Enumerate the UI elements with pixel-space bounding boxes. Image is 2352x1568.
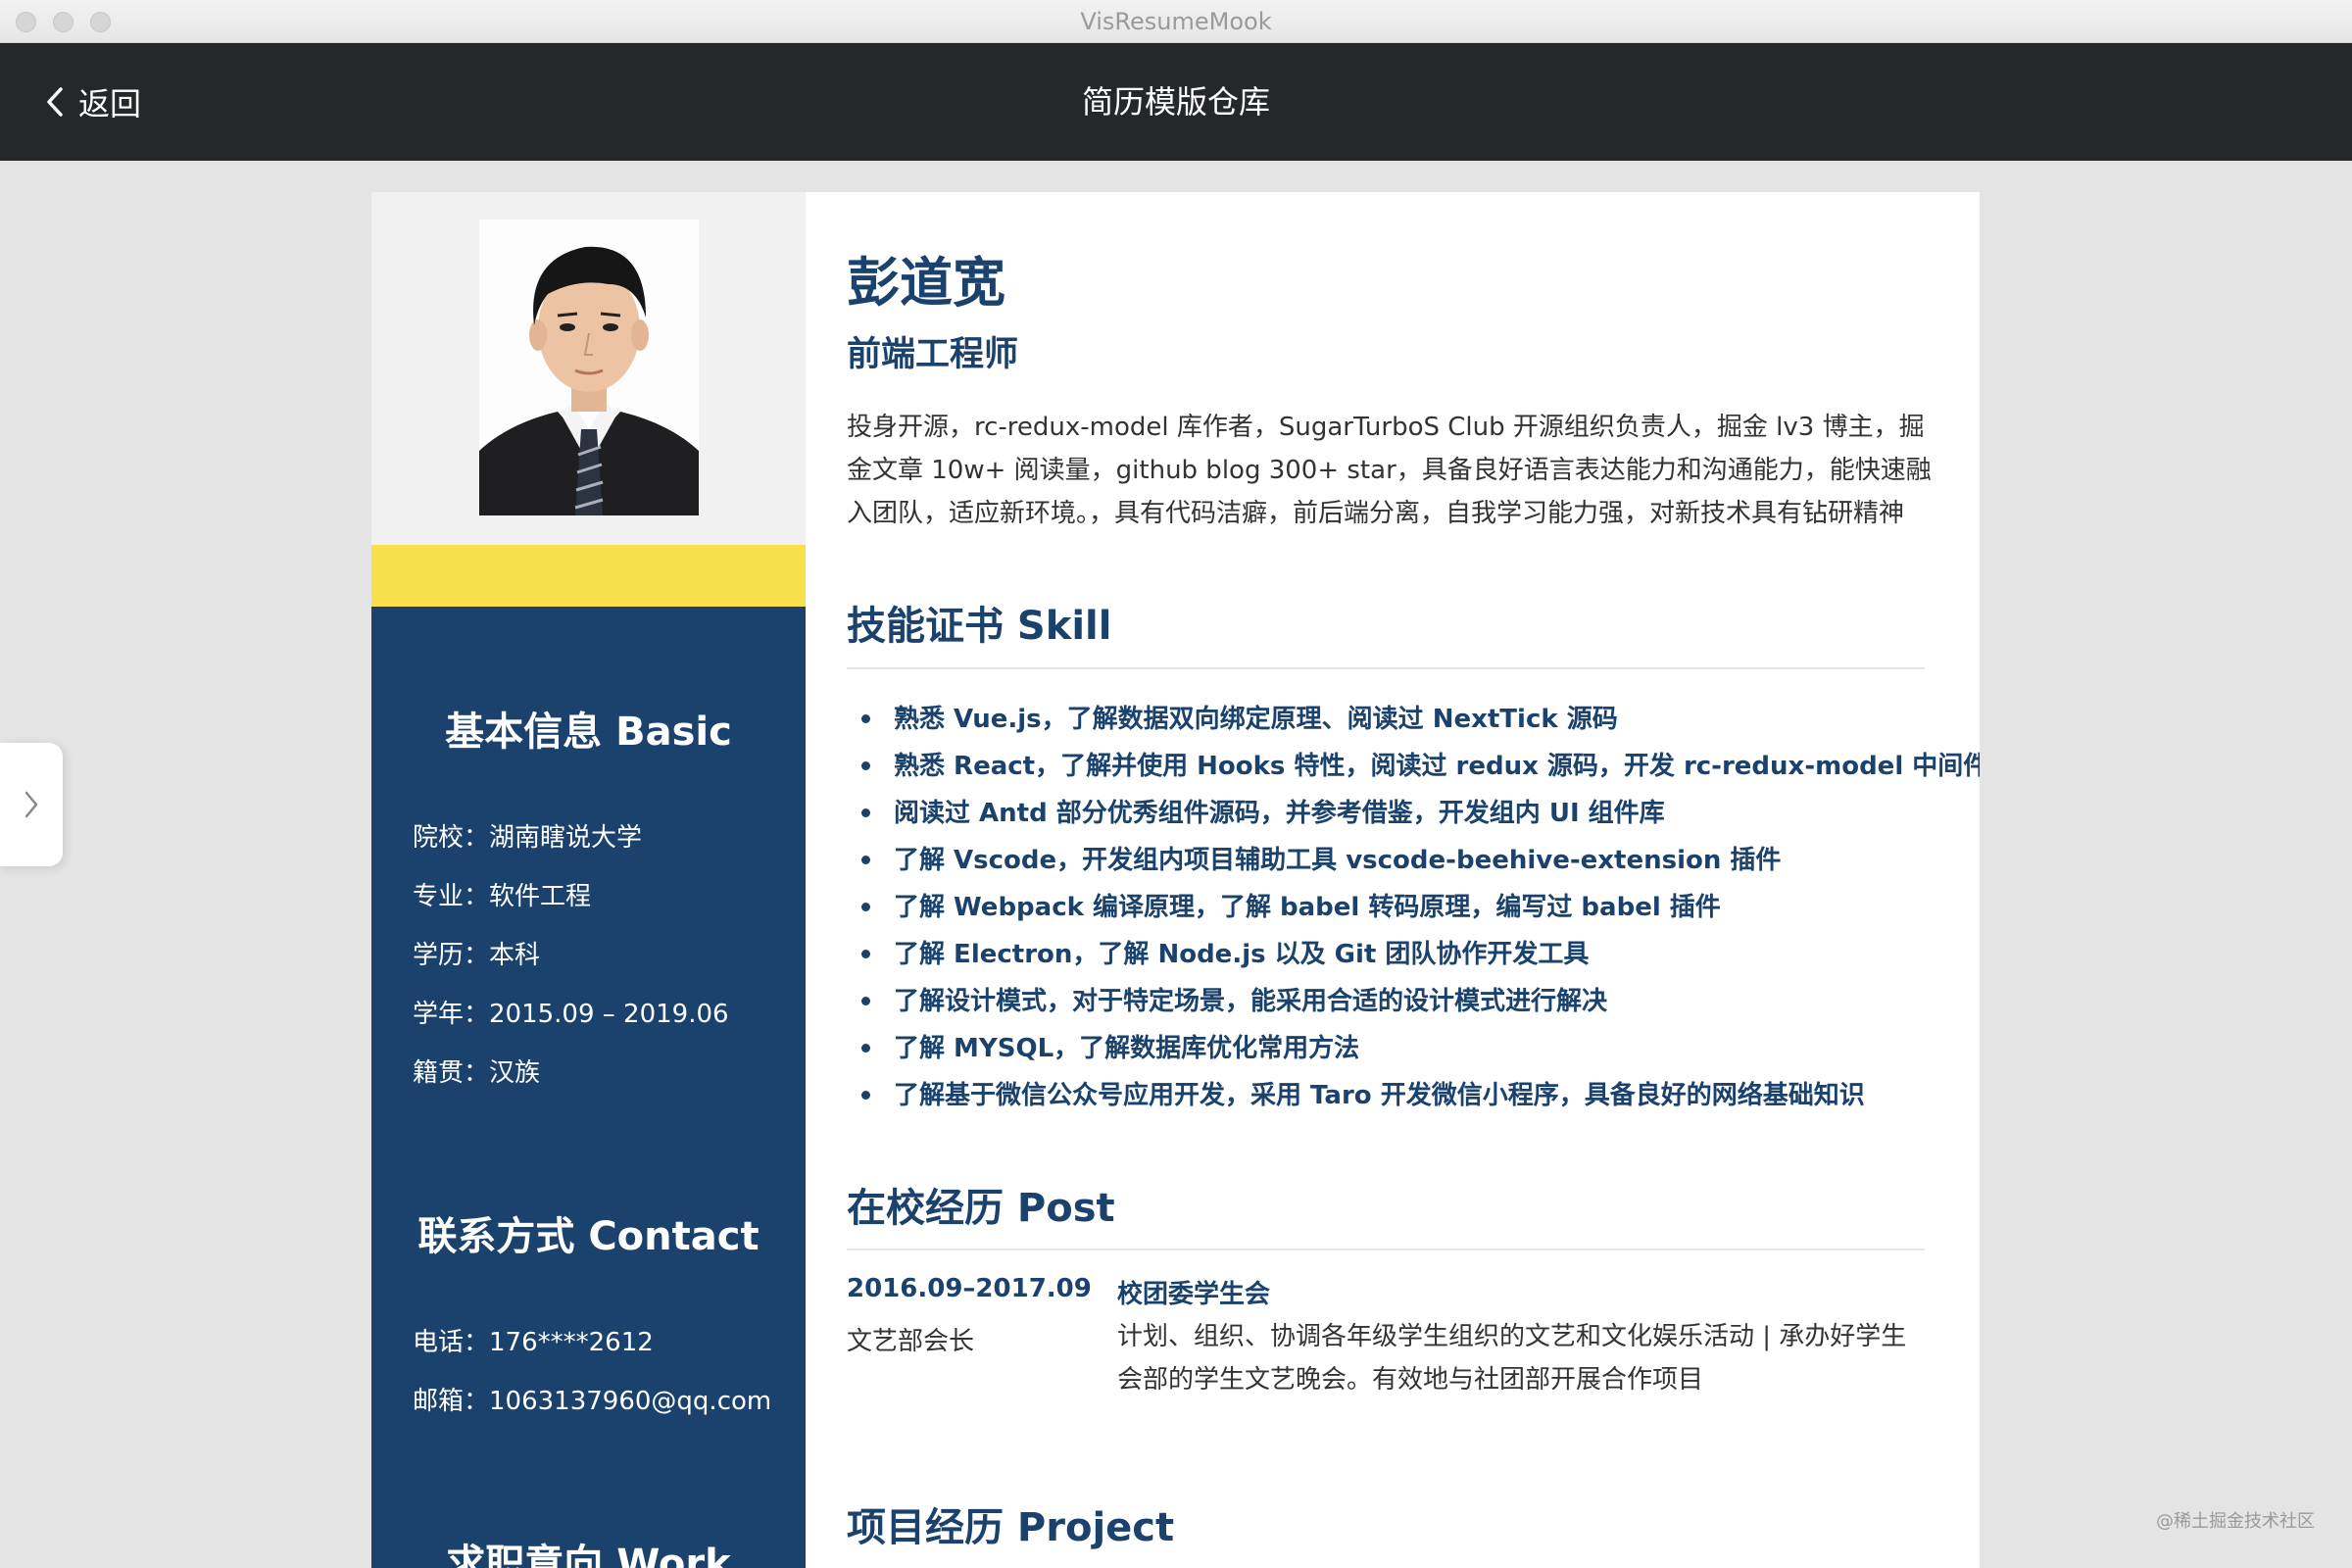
post-heading: 在校经历 Post — [847, 1186, 1115, 1231]
back-button[interactable]: 返回 — [45, 43, 141, 161]
work-heading: 求职意向 Work — [446, 1542, 731, 1568]
post-role: 文艺部会长 — [847, 1327, 975, 1356]
skill-item: 了解基于微信公众号应用开发，采用 Taro 开发微信小程序，具备良好的网络基础知… — [847, 1072, 1944, 1119]
skill-item: 阅读过 Antd 部分优秀组件源码，并参考借鉴，开发组内 UI 组件库 — [847, 790, 1944, 837]
avatar-photo — [479, 220, 699, 515]
basic-school: 院校：湖南瞎说大学 — [413, 823, 643, 853]
watermark: @稀土掘金技术社区 — [2156, 1511, 2315, 1532]
basic-origin: 籍贯：汉族 — [413, 1058, 541, 1088]
candidate-intro: 投身开源，rc-redux-model 库作者，SugarTurboS Club… — [847, 413, 1932, 528]
skill-item: 了解 Vscode，开发组内项目辅助工具 vscode-beehive-exte… — [847, 837, 1944, 884]
post-description: 计划、组织、协调各年级学生组织的文艺和文化娱乐活动 | 承办好学生会部的学生文艺… — [1117, 1322, 1907, 1395]
post-divider — [847, 1249, 1925, 1250]
skill-item: 了解设计模式，对于特定场景，能采用合适的设计模式进行解决 — [847, 978, 1944, 1025]
project-heading: 项目经历 Project — [847, 1505, 1175, 1550]
photo-area — [371, 192, 806, 545]
side-drawer-toggle[interactable] — [0, 743, 63, 866]
skill-item: 熟悉 React，了解并使用 Hooks 特性，阅读过 redux 源码，开发 … — [847, 743, 1980, 790]
window-titlebar: VisResumeMook — [0, 0, 2352, 43]
contact-heading: 联系方式 Contact — [417, 1214, 760, 1259]
back-label: 返回 — [78, 85, 142, 122]
chevron-right-icon — [24, 791, 38, 818]
app-header: 返回 简历模版仓库 — [0, 43, 2352, 161]
contact-email: 邮箱：1063137960@qq.com — [413, 1387, 772, 1416]
skill-item: 了解 Electron，了解 Node.js 以及 Git 团队协作开发工具 — [847, 931, 1944, 978]
skill-heading: 技能证书 Skill — [847, 604, 1112, 649]
basic-heading: 基本信息 Basic — [445, 710, 732, 755]
resume-document: 基本信息 Basic 院校：湖南瞎说大学 专业：软件工程 学历：本科 学年：20… — [371, 192, 1980, 1568]
basic-degree: 学历：本科 — [413, 941, 541, 970]
skill-divider — [847, 667, 1925, 669]
info-panel: 基本信息 Basic 院校：湖南瞎说大学 专业：软件工程 学历：本科 学年：20… — [371, 607, 806, 1568]
chevron-left-icon — [47, 87, 63, 117]
contact-phone: 电话：176****2612 — [413, 1328, 654, 1357]
basic-years: 学年：2015.09 – 2019.06 — [413, 1000, 729, 1029]
post-date: 2016.09–2017.09 — [847, 1274, 1092, 1303]
candidate-name: 彭道宽 — [847, 252, 1005, 314]
candidate-job-title: 前端工程师 — [847, 335, 1019, 374]
skill-item: 了解 MYSQL，了解数据库优化常用方法 — [847, 1025, 1944, 1072]
resume-left-column: 基本信息 Basic 院校：湖南瞎说大学 专业：软件工程 学历：本科 学年：20… — [371, 192, 806, 1568]
skill-list: 熟悉 Vue.js，了解数据双向绑定原理、阅读过 NextTick 源码 熟悉 … — [847, 696, 1980, 1119]
accent-band — [371, 545, 806, 607]
resume-right-column: 彭道宽 前端工程师 投身开源，rc-redux-model 库作者，SugarT… — [806, 192, 1980, 1568]
page-title: 简历模版仓库 — [1081, 83, 1270, 121]
basic-major: 专业：软件工程 — [413, 882, 592, 911]
post-organization: 校团委学生会 — [1117, 1280, 1271, 1309]
window-title: VisResumeMook — [1080, 8, 1272, 35]
skill-item: 了解 Webpack 编译原理，了解 babel 转码原理，编写过 babel … — [847, 884, 1944, 931]
skill-item: 熟悉 Vue.js，了解数据双向绑定原理、阅读过 NextTick 源码 — [847, 696, 1944, 743]
